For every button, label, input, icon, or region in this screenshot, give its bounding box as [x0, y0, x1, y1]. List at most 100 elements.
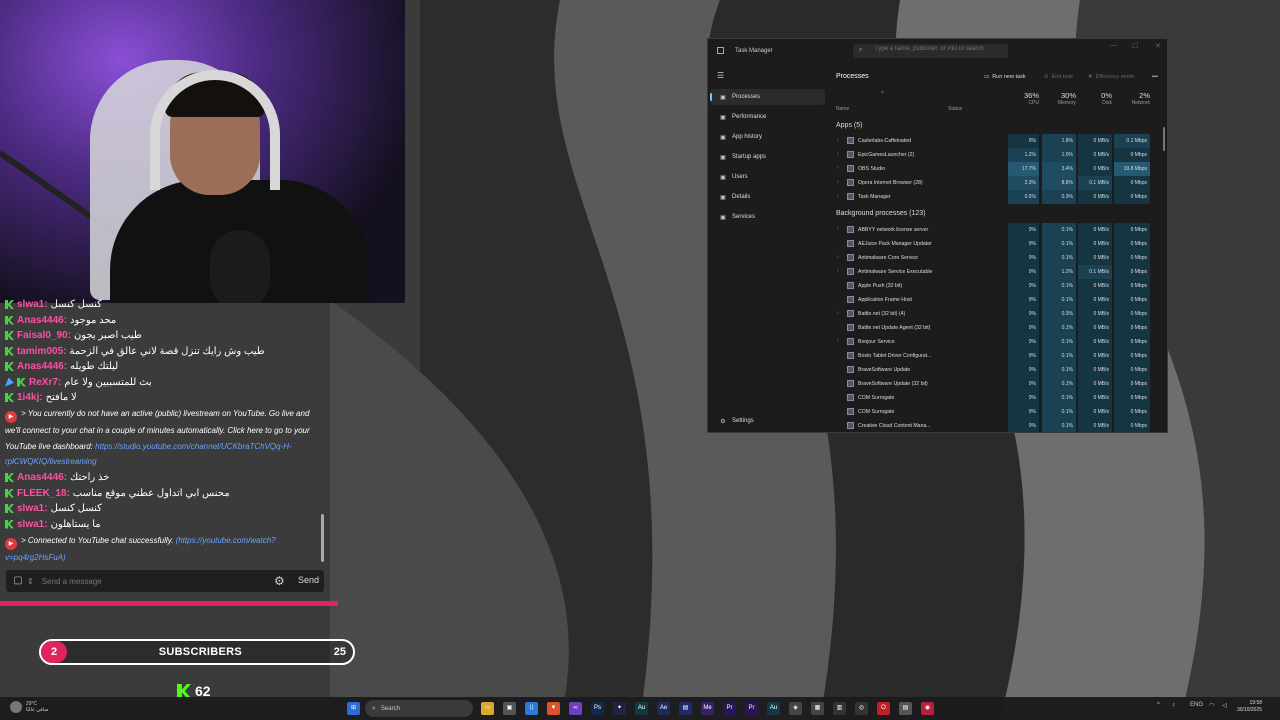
language-indicator[interactable]: ENG [1190, 702, 1203, 708]
calculator-icon[interactable]: ▥ [833, 702, 846, 715]
gear-icon[interactable]: ⚙ [274, 574, 285, 588]
run-new-task-button[interactable]: ▭ Run new task [984, 74, 1026, 80]
chat-scrollbar[interactable] [321, 514, 324, 562]
chat-username[interactable]: Anas4446: [17, 361, 67, 372]
nav-startup-apps[interactable]: ▣ Startup apps [710, 149, 825, 165]
after-effects-icon[interactable]: Ae [657, 702, 670, 715]
store-icon[interactable]: ▣ [503, 702, 516, 715]
chat-username[interactable]: Faisal0_90: [17, 330, 71, 341]
column-network[interactable]: 2% Network [1114, 91, 1150, 106]
column-status[interactable]: Status [948, 106, 962, 112]
process-row[interactable]: › Antimalware Service Executable 0% 1.2% 0.1… [828, 265, 1158, 279]
nav-processes[interactable]: ▣ Processes [710, 89, 825, 105]
process-row[interactable]: BraveSoftware Update (32 bit) 0% 0.1% 0 MB/… [828, 377, 1158, 391]
expand-chevron-icon[interactable]: › [837, 310, 839, 316]
minimize-button[interactable]: — [1110, 42, 1117, 49]
media-encoder-icon[interactable]: Me [701, 702, 714, 715]
brave-icon[interactable]: ▼ [547, 702, 560, 715]
premiere-icon[interactable]: Pr [723, 702, 736, 715]
obs-icon[interactable]: ◎ [855, 702, 868, 715]
process-row[interactable]: Application Frame Host 0% 0.1% 0 MB/s 0 Mbps [828, 293, 1158, 307]
efficiency-mode-button[interactable]: ❦ Efficiency mode [1088, 74, 1134, 80]
audition-alt-icon[interactable]: Au [767, 702, 780, 715]
chat-username[interactable]: tamim005: [17, 346, 66, 357]
column-memory[interactable]: 30% Memory [1042, 91, 1076, 106]
process-row[interactable]: Bosto Tablet Driver Configurat... 0% 0.1% 0… [828, 349, 1158, 363]
chat-message-input[interactable] [41, 576, 242, 586]
process-row[interactable]: › Casterlabs-Caffeinated 0% 1.8% 0 MB/s 0.1 M… [828, 134, 1158, 148]
twitch-icon[interactable]: ▢ [11, 574, 25, 588]
process-row[interactable]: › ABBYY network license server 0% 0.1% 0 MB/… [828, 223, 1158, 237]
audition-icon[interactable]: Au [635, 702, 648, 715]
process-row[interactable]: › Opera Internet Browser (28) 2.3% 8.8% 0.1 … [828, 176, 1158, 190]
process-search-input[interactable] [875, 46, 1003, 52]
expand-chevron-icon[interactable]: › [837, 226, 839, 232]
column-name[interactable]: Name [836, 106, 849, 112]
more-options-icon[interactable]: ••• [1152, 74, 1158, 80]
process-row[interactable]: Battle.net Update Agent (32 bit) 0% 0.1% 0 … [828, 321, 1158, 335]
process-row[interactable]: › Task Manager 0.5% 0.3% 0 MB/s 0 Mbps [828, 190, 1158, 204]
premiere-alt-icon[interactable]: Pr [745, 702, 758, 715]
expand-chevron-icon[interactable]: › [837, 268, 839, 274]
opera-icon[interactable]: O [877, 702, 890, 715]
clock[interactable]: 19:58 30/10/2025 [1237, 700, 1262, 714]
chat-username[interactable]: FLEEK_18: [17, 488, 70, 499]
expand-chevron-icon[interactable]: › [837, 151, 839, 157]
chat-username[interactable]: slwa1: [17, 299, 48, 310]
photoshop-icon[interactable]: Ps [591, 702, 604, 715]
process-row[interactable]: › EpicGamesLauncher (2) 1.2% 1.0% 0 MB/s 0 Mb… [828, 148, 1158, 162]
send-button[interactable]: Send [298, 575, 319, 585]
casterlabs-icon[interactable]: ◉ [921, 702, 934, 715]
wifi-icon[interactable]: ◠ [1209, 702, 1214, 709]
vscode-icon[interactable]: ⟨⟩ [525, 702, 538, 715]
nav-services[interactable]: ▣ Services [710, 209, 825, 225]
taskbar-search[interactable]: ⌕ Search [365, 700, 473, 717]
nav-performance[interactable]: ▣ Performance [710, 109, 825, 125]
app-icon[interactable]: ◈ [789, 702, 802, 715]
nav-details[interactable]: ▣ Details [710, 189, 825, 205]
process-row[interactable]: › Bonjour Service 0% 0.1% 0 MB/s 0 Mbps [828, 335, 1158, 349]
chat-username[interactable]: slwa1: [17, 503, 48, 514]
chat-username[interactable]: Anas4446: [17, 315, 67, 326]
process-row[interactable]: › Antimalware Core Service 0% 0.1% 0 MB/s 0 M… [828, 251, 1158, 265]
process-row[interactable]: Apple Push (32 bit) 0% 0.1% 0 MB/s 0 Mbps [828, 279, 1158, 293]
maximize-button[interactable]: ☐ [1132, 42, 1138, 50]
end-task-button[interactable]: ⊘ End task [1044, 74, 1073, 80]
process-row[interactable]: BraveSoftware Update 0% 0.1% 0 MB/s 0 Mbps [828, 363, 1158, 377]
tray-overflow-icon[interactable]: ^ [1157, 702, 1160, 708]
chat-username[interactable]: 1i4kj: [17, 392, 43, 403]
nav-users[interactable]: ▣ Users [710, 169, 825, 185]
microphone-icon[interactable]: ♪ [1172, 702, 1175, 708]
process-list-scrollbar[interactable] [1163, 127, 1165, 151]
process-row[interactable]: AEJuice Pack Manager Updater 0% 0.1% 0 MB/s… [828, 237, 1158, 251]
process-row[interactable]: › OBS Studio 17.7% 3.4% 0 MB/s 19.8 Mbps [828, 162, 1158, 176]
app-icon[interactable]: ▤ [679, 702, 692, 715]
platform-selector-icon[interactable]: ⇕ [27, 577, 34, 586]
close-button[interactable]: ✕ [1155, 42, 1161, 50]
app-icon[interactable]: ▦ [811, 702, 824, 715]
process-row[interactable]: COM Surrogate 0% 0.1% 0 MB/s 0 Mbps [828, 391, 1158, 405]
chat-username[interactable]: slwa1: [17, 519, 48, 530]
chat-username[interactable]: ReXr7: [29, 377, 61, 388]
volume-icon[interactable]: ◁ [1222, 702, 1227, 709]
expand-chevron-icon[interactable]: › [837, 193, 839, 199]
column-disk[interactable]: 0% Disk [1078, 91, 1112, 106]
process-row[interactable]: › Battle.net (32 bit) (4) 0% 0.3% 0 MB/s 0 Mb… [828, 307, 1158, 321]
weather-widget[interactable]: 29°C صافي غالبًا [10, 701, 48, 713]
expand-chevron-icon[interactable]: › [837, 338, 839, 344]
process-search[interactable]: ⌕ [853, 44, 1008, 58]
visual-studio-icon[interactable]: ∞ [569, 702, 582, 715]
nav-settings[interactable]: ⚙ Settings [710, 413, 825, 429]
expand-chevron-icon[interactable]: › [837, 179, 839, 185]
app-icon[interactable]: ✦ [613, 702, 626, 715]
expand-chevron-icon[interactable]: › [837, 254, 839, 260]
column-cpu[interactable]: 36% CPU [1008, 91, 1039, 106]
start-icon[interactable]: ⊞ [347, 702, 360, 715]
expand-chevron-icon[interactable]: › [837, 137, 839, 143]
nav-app-history[interactable]: ▣ App history [710, 129, 825, 145]
file-explorer-icon[interactable]: ▭ [481, 702, 494, 715]
process-row[interactable]: Creative Cloud Content Mana... 0% 0.1% 0 MB… [828, 419, 1158, 432]
sort-caret-icon[interactable]: ^ [881, 91, 884, 97]
expand-chevron-icon[interactable]: › [837, 165, 839, 171]
hamburger-menu-icon[interactable]: ☰ [717, 71, 724, 80]
